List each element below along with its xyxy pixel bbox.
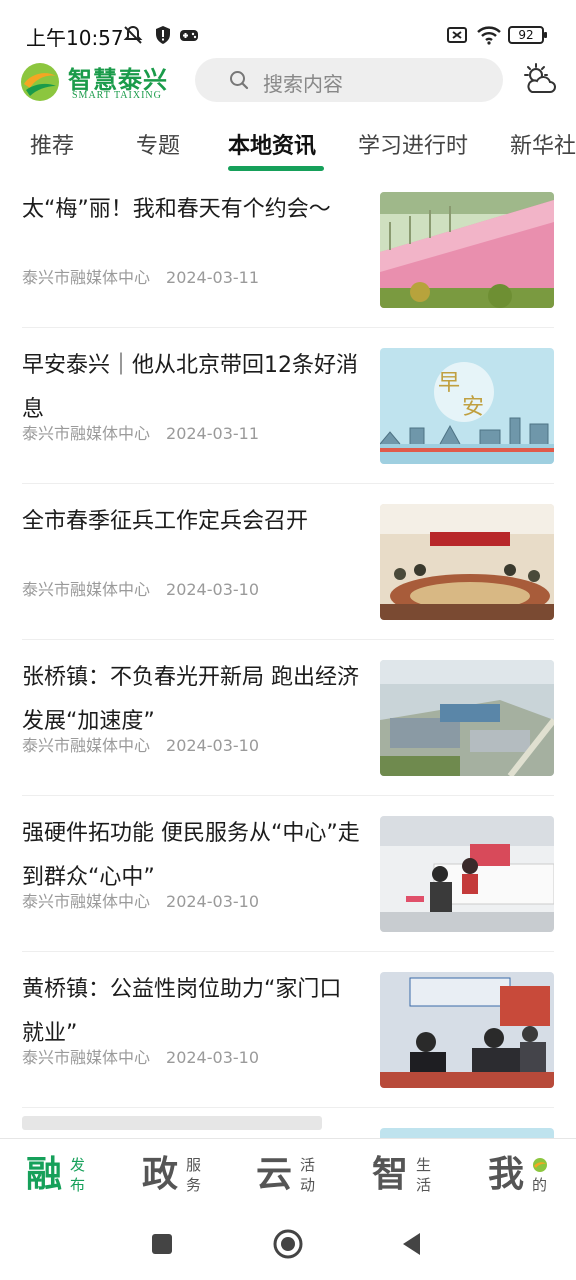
active-tab-indicator (228, 166, 324, 171)
nav-life-label: 生活 (416, 1156, 432, 1194)
article-title: 早安泰兴｜他从北京带回12条好消息 (22, 353, 358, 422)
tab-topics[interactable]: 专题 (136, 128, 180, 160)
article-item[interactable]: 强硬件拓功能 便民服务从“中心”走到群众“心中” 泰兴市融媒体中心 2024-03… (0, 796, 576, 952)
partly-cloudy-icon[interactable] (520, 62, 558, 98)
recent-apps-icon[interactable] (146, 1228, 178, 1260)
article-thumbnail (380, 660, 554, 776)
tab-xinhua[interactable]: 新华社 (510, 128, 576, 160)
tab-recommend[interactable]: 推荐 (30, 128, 74, 160)
article-meta: 泰兴市融媒体中心 2024-03-10 (22, 888, 259, 912)
tab-local-news[interactable]: 本地资讯 (228, 128, 316, 160)
article-source: 泰兴市融媒体中心 (22, 1048, 151, 1067)
app-header: 智慧泰兴 SMART TAIXING 搜索内容 (0, 56, 576, 106)
article-date: 2024-03-10 (166, 580, 259, 599)
article-meta: 泰兴市融媒体中心 2024-03-11 (22, 420, 259, 444)
nav-publish-char: 融 (26, 1154, 63, 1195)
article-thumbnail (380, 816, 554, 932)
nav-publish[interactable]: 融 发布 (26, 1151, 116, 1201)
logo-subtext: SMART TAIXING (72, 90, 162, 101)
home-icon[interactable] (272, 1228, 304, 1260)
nav-life[interactable]: 智 生活 (372, 1151, 462, 1201)
article-title-partial (22, 1116, 322, 1130)
article-item-partial[interactable] (0, 1108, 576, 1138)
sim-off-icon (447, 27, 467, 43)
article-source: 泰兴市融媒体中心 (22, 892, 151, 911)
nav-mine[interactable]: 我 的 (488, 1151, 576, 1201)
article-title: 强硬件拓功能 便民服务从“中心”走到群众“心中” (22, 821, 360, 890)
article-title: 黄桥镇：公益性岗位助力“家门口就业” (22, 977, 342, 1046)
article-date: 2024-03-10 (166, 892, 259, 911)
logo-mark-icon (21, 63, 59, 101)
article-thumbnail: 早 安 (380, 348, 554, 464)
back-icon[interactable] (396, 1228, 428, 1260)
article-date: 2024-03-10 (166, 1048, 259, 1067)
article-thumbnail-partial (380, 1128, 554, 1138)
nav-government[interactable]: 政 服务 (142, 1151, 232, 1201)
mute-bell-icon (123, 25, 143, 44)
article-source: 泰兴市融媒体中心 (22, 268, 151, 287)
article-thumbnail (380, 192, 554, 308)
article-list: 太“梅”丽！我和春天有个约会～ 泰兴市融媒体中心 2024-03-11 早安泰兴｜… (0, 172, 576, 1138)
gamepad-icon (180, 30, 198, 41)
battery-level: 92 (518, 28, 534, 42)
article-item[interactable]: 张桥镇：不负春光开新局 跑出经济发展“加速度” 泰兴市融媒体中心 2024-03-… (0, 640, 576, 796)
article-item[interactable]: 早安泰兴｜他从北京带回12条好消息 泰兴市融媒体中心 2024-03-11 早 安 (0, 328, 576, 484)
article-date: 2024-03-10 (166, 736, 259, 755)
app-logo[interactable]: 智慧泰兴 SMART TAIXING (20, 60, 180, 102)
nav-mine-label: 的 (532, 1176, 548, 1194)
article-title: 全市春季征兵工作定兵会召开 (22, 509, 309, 534)
search-icon (230, 71, 249, 90)
article-item[interactable]: 黄桥镇：公益性岗位助力“家门口就业” 泰兴市融媒体中心 2024-03-10 (0, 952, 576, 1108)
article-meta: 泰兴市融媒体中心 2024-03-11 (22, 264, 259, 288)
article-date: 2024-03-11 (166, 424, 259, 443)
article-source: 泰兴市融媒体中心 (22, 424, 151, 443)
article-source: 泰兴市融媒体中心 (22, 580, 151, 599)
nav-government-char: 政 (142, 1154, 179, 1195)
shield-icon (156, 26, 170, 44)
svg-text:早: 早 (438, 371, 460, 396)
article-source: 泰兴市融媒体中心 (22, 736, 151, 755)
article-meta: 泰兴市融媒体中心 2024-03-10 (22, 1044, 259, 1068)
article-item[interactable]: 太“梅”丽！我和春天有个约会～ 泰兴市融媒体中心 2024-03-11 (0, 172, 576, 328)
system-navigation-bar (0, 1212, 576, 1280)
status-bar: 上午10:57 92 (0, 0, 576, 56)
article-thumbnail (380, 972, 554, 1088)
article-meta: 泰兴市融媒体中心 2024-03-10 (22, 732, 259, 756)
nav-mine-char: 我 (488, 1154, 525, 1195)
article-date: 2024-03-11 (166, 268, 259, 287)
search-placeholder: 搜索内容 (263, 72, 343, 96)
nav-life-char: 智 (372, 1154, 409, 1195)
mine-logo-icon (533, 1158, 547, 1172)
nav-cloud-label: 活动 (300, 1156, 316, 1194)
wifi-icon (477, 26, 501, 45)
nav-cloud-char: 云 (256, 1154, 293, 1195)
article-thumbnail (380, 504, 554, 620)
nav-government-label: 服务 (186, 1156, 202, 1194)
battery-indicator: 92 (508, 26, 547, 44)
nav-publish-label: 发布 (70, 1156, 86, 1194)
category-tabs: 推荐 专题 本地资讯 学习进行时 新华社 (0, 112, 576, 172)
article-title: 太“梅”丽！我和春天有个约会～ (22, 197, 331, 222)
bottom-navigation: 融 发布 政 服务 云 活动 智 生活 我 的 (0, 1138, 576, 1212)
search-bar[interactable]: 搜索内容 (195, 58, 503, 102)
svg-text:安: 安 (462, 395, 484, 420)
article-title: 张桥镇：不负春光开新局 跑出经济发展“加速度” (22, 665, 359, 734)
status-time: 上午10:57 (26, 26, 124, 50)
nav-cloud[interactable]: 云 活动 (256, 1151, 346, 1201)
article-meta: 泰兴市融媒体中心 2024-03-10 (22, 576, 259, 600)
article-item[interactable]: 全市春季征兵工作定兵会召开 泰兴市融媒体中心 2024-03-10 (0, 484, 576, 640)
tab-study[interactable]: 学习进行时 (358, 128, 468, 160)
